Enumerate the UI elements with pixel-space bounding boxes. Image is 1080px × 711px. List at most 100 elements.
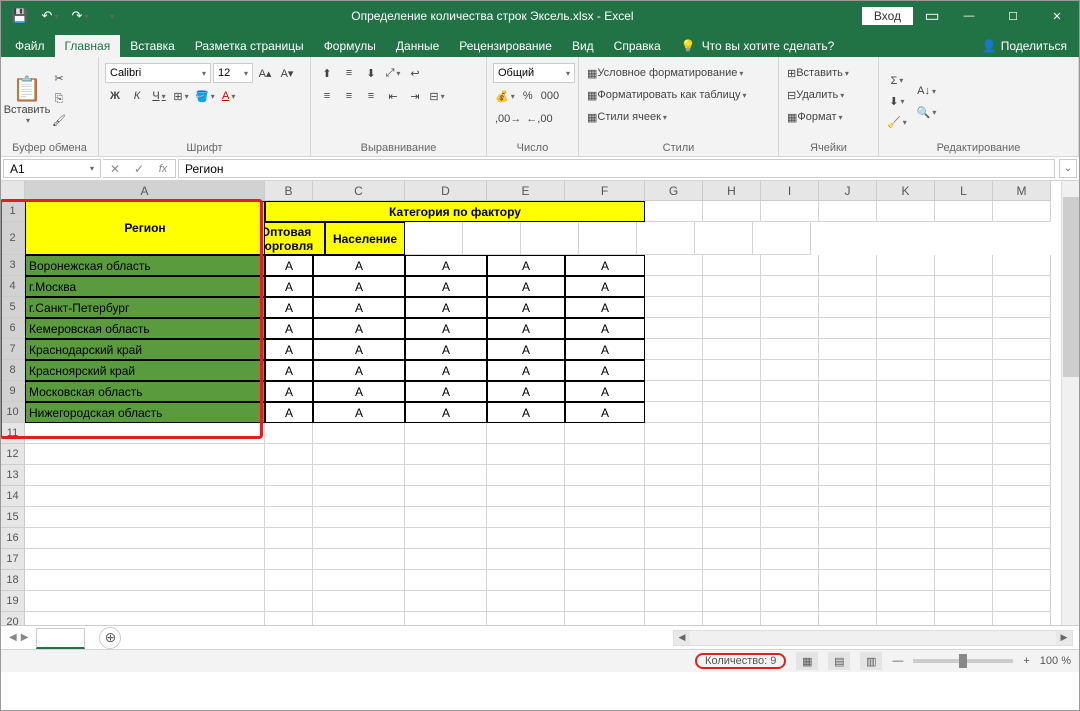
cell-G11[interactable] — [645, 423, 703, 444]
cell-M14[interactable] — [993, 486, 1051, 507]
row-header-11[interactable]: 11 — [1, 423, 25, 444]
cut-button[interactable]: ✂ — [49, 69, 69, 89]
cell-J15[interactable] — [819, 507, 877, 528]
row-header-17[interactable]: 17 — [1, 549, 25, 570]
cell-E4[interactable]: A — [487, 276, 565, 297]
cell-A3[interactable]: Воронежская область — [25, 255, 265, 276]
cell-J17[interactable] — [819, 549, 877, 570]
cell-G9[interactable] — [645, 381, 703, 402]
cell-I8[interactable] — [761, 360, 819, 381]
zoom-level[interactable]: 100 % — [1040, 655, 1071, 667]
cell-D4[interactable]: A — [405, 276, 487, 297]
cell-B3[interactable]: A — [265, 255, 313, 276]
cell-L10[interactable] — [935, 402, 993, 423]
formula-input[interactable]: Регион — [178, 159, 1055, 178]
row-header-12[interactable]: 12 — [1, 444, 25, 465]
cell-E18[interactable] — [487, 570, 565, 591]
cell-M16[interactable] — [993, 528, 1051, 549]
tab-home[interactable]: Главная — [55, 33, 121, 57]
cell-H8[interactable] — [703, 360, 761, 381]
align-top[interactable]: ⬆ — [317, 63, 337, 83]
cell-J1[interactable] — [819, 201, 877, 222]
cell-J19[interactable] — [819, 591, 877, 612]
cell-J5[interactable] — [819, 297, 877, 318]
cell-E17[interactable] — [487, 549, 565, 570]
cell-G5[interactable] — [645, 297, 703, 318]
col-header-H[interactable]: H — [703, 181, 761, 201]
cell-A1-merged[interactable]: Регион — [25, 201, 265, 255]
cell-M13[interactable] — [993, 465, 1051, 486]
font-color-button[interactable]: A▾ — [219, 86, 239, 106]
cell-B16[interactable] — [265, 528, 313, 549]
cell-B10[interactable]: A — [265, 402, 313, 423]
cell-D5[interactable]: A — [405, 297, 487, 318]
cell-F20[interactable] — [565, 612, 645, 625]
cell-G12[interactable] — [645, 444, 703, 465]
cell-L6[interactable] — [935, 318, 993, 339]
row-header-19[interactable]: 19 — [1, 591, 25, 612]
cell-M18[interactable] — [993, 570, 1051, 591]
cell-E9[interactable]: A — [487, 381, 565, 402]
col-header-A[interactable]: A — [25, 181, 265, 201]
cell-D3[interactable]: A — [405, 255, 487, 276]
insert-function[interactable]: fx — [151, 163, 175, 175]
cell-M9[interactable] — [993, 381, 1051, 402]
cell-D18[interactable] — [405, 570, 487, 591]
cell-E19[interactable] — [487, 591, 565, 612]
cell-K12[interactable] — [877, 444, 935, 465]
cancel-formula[interactable]: ✕ — [103, 162, 127, 176]
cell-I6[interactable] — [761, 318, 819, 339]
cell-I3[interactable] — [761, 255, 819, 276]
cell-G13[interactable] — [645, 465, 703, 486]
cell-H10[interactable] — [703, 402, 761, 423]
cell-B9[interactable]: A — [265, 381, 313, 402]
cell-I11[interactable] — [761, 423, 819, 444]
cell-E20[interactable] — [487, 612, 565, 625]
hscroll-right[interactable]: ▶ — [1056, 631, 1072, 645]
col-header-G[interactable]: G — [645, 181, 703, 201]
cell-C16[interactable] — [313, 528, 405, 549]
cell-H1[interactable] — [703, 201, 761, 222]
cell-H14[interactable] — [703, 486, 761, 507]
cell-D12[interactable] — [405, 444, 487, 465]
cell-L8[interactable] — [935, 360, 993, 381]
view-page-layout[interactable]: ▤ — [828, 652, 850, 670]
orientation[interactable]: ⤢▾ — [383, 63, 403, 83]
cell-K3[interactable] — [877, 255, 935, 276]
cell-K14[interactable] — [877, 486, 935, 507]
sheet-nav-prev[interactable]: ◀ — [9, 632, 17, 643]
cell-D14[interactable] — [405, 486, 487, 507]
cell-B11[interactable] — [265, 423, 313, 444]
clear-button[interactable]: 🧹▾ — [885, 113, 909, 133]
cell-D11[interactable] — [405, 423, 487, 444]
find-select[interactable]: 🔍▾ — [915, 102, 939, 122]
cell-D19[interactable] — [405, 591, 487, 612]
cell-F19[interactable] — [565, 591, 645, 612]
row-header-13[interactable]: 13 — [1, 465, 25, 486]
fill-color-button[interactable]: 🪣▾ — [193, 86, 217, 106]
cell-A14[interactable] — [25, 486, 265, 507]
tell-me[interactable]: 💡Что вы хотите сделать? — [671, 35, 845, 57]
name-box[interactable]: A1▾ — [3, 159, 101, 178]
cell-J14[interactable] — [819, 486, 877, 507]
comma-button[interactable]: 000 — [539, 86, 561, 106]
cell-M12[interactable] — [993, 444, 1051, 465]
cell-I20[interactable] — [761, 612, 819, 625]
col-header-C[interactable]: C — [313, 181, 405, 201]
tab-insert[interactable]: Вставка — [120, 35, 185, 57]
vertical-scrollbar[interactable] — [1061, 181, 1079, 625]
cell-F13[interactable] — [565, 465, 645, 486]
zoom-slider[interactable] — [913, 659, 1013, 663]
inc-decimal[interactable]: ,00→ — [493, 109, 523, 129]
cell-I2[interactable] — [521, 222, 579, 255]
cell-C20[interactable] — [313, 612, 405, 625]
cell-L9[interactable] — [935, 381, 993, 402]
cell-G16[interactable] — [645, 528, 703, 549]
close-button[interactable]: ✕ — [1035, 1, 1079, 31]
cell-C3[interactable]: A — [313, 255, 405, 276]
sort-filter[interactable]: A↓▾ — [915, 81, 939, 101]
cell-A16[interactable] — [25, 528, 265, 549]
cell-E16[interactable] — [487, 528, 565, 549]
cell-B4[interactable]: A — [265, 276, 313, 297]
cell-J10[interactable] — [819, 402, 877, 423]
